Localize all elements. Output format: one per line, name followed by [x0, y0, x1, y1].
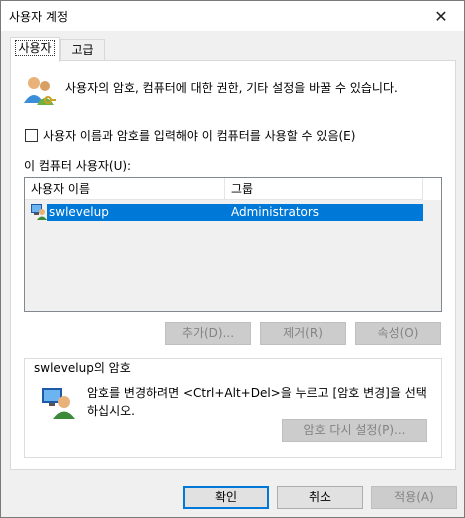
user-accounts-dialog: 사용자 계정 ✕ 사용자 고급 사용자의 암호, 컴퓨터에 대한 권한, 기타 … [0, 0, 465, 518]
users-list[interactable]: 사용자 이름 그룹 swlevelup Administrators [24, 177, 442, 312]
cancel-button[interactable]: 취소 [277, 486, 363, 509]
require-login-checkbox[interactable] [25, 129, 38, 142]
users-list-header: 사용자 이름 그룹 [25, 178, 423, 200]
header-filler [423, 178, 441, 200]
intro-text: 사용자의 암호, 컴퓨터에 대한 권한, 기타 설정을 바꿀 수 있습니다. [65, 81, 398, 95]
table-row[interactable]: swlevelup Administrators [47, 204, 423, 221]
users-list-label: 이 컴퓨터 사용자(U): [24, 159, 132, 173]
user-key-icon [42, 388, 75, 419]
require-login-row[interactable]: 사용자 이름과 암호를 입력해야 이 컴퓨터를 사용할 수 있음(E) [25, 127, 355, 144]
column-header-username[interactable]: 사용자 이름 [25, 178, 225, 200]
reset-password-button[interactable]: 암호 다시 설정(P)... [282, 419, 427, 442]
password-group-title: swlevelup의 암호 [32, 359, 133, 376]
remove-user-button[interactable]: 제거(R) [260, 322, 346, 345]
tab-advanced-label: 고급 [71, 43, 94, 57]
window-title: 사용자 계정 [9, 10, 69, 24]
require-login-label[interactable]: 사용자 이름과 암호를 입력해야 이 컴퓨터를 사용할 수 있음(E) [43, 127, 355, 144]
close-button[interactable]: ✕ [418, 1, 464, 31]
user-icon [31, 204, 47, 220]
tab-users[interactable]: 사용자 [10, 37, 60, 62]
tab-users-label: 사용자 [15, 40, 55, 56]
column-header-group[interactable]: 그룹 [225, 178, 423, 200]
users-icon [24, 77, 56, 105]
close-icon: ✕ [434, 6, 448, 26]
apply-button[interactable]: 적용(A) [371, 486, 457, 509]
row-username: swlevelup [49, 205, 109, 219]
properties-button[interactable]: 속성(O) [355, 322, 441, 345]
ok-button[interactable]: 확인 [183, 486, 269, 509]
password-instructions: 암호를 변경하려면 <Ctrl+Alt+Del>을 누르고 [암호 변경]을 선… [87, 386, 427, 418]
title-bar: 사용자 계정 ✕ [1, 1, 464, 31]
row-group: Administrators [231, 205, 320, 219]
tab-advanced[interactable]: 고급 [60, 39, 105, 61]
add-user-button[interactable]: 추가(D)... [165, 322, 251, 345]
